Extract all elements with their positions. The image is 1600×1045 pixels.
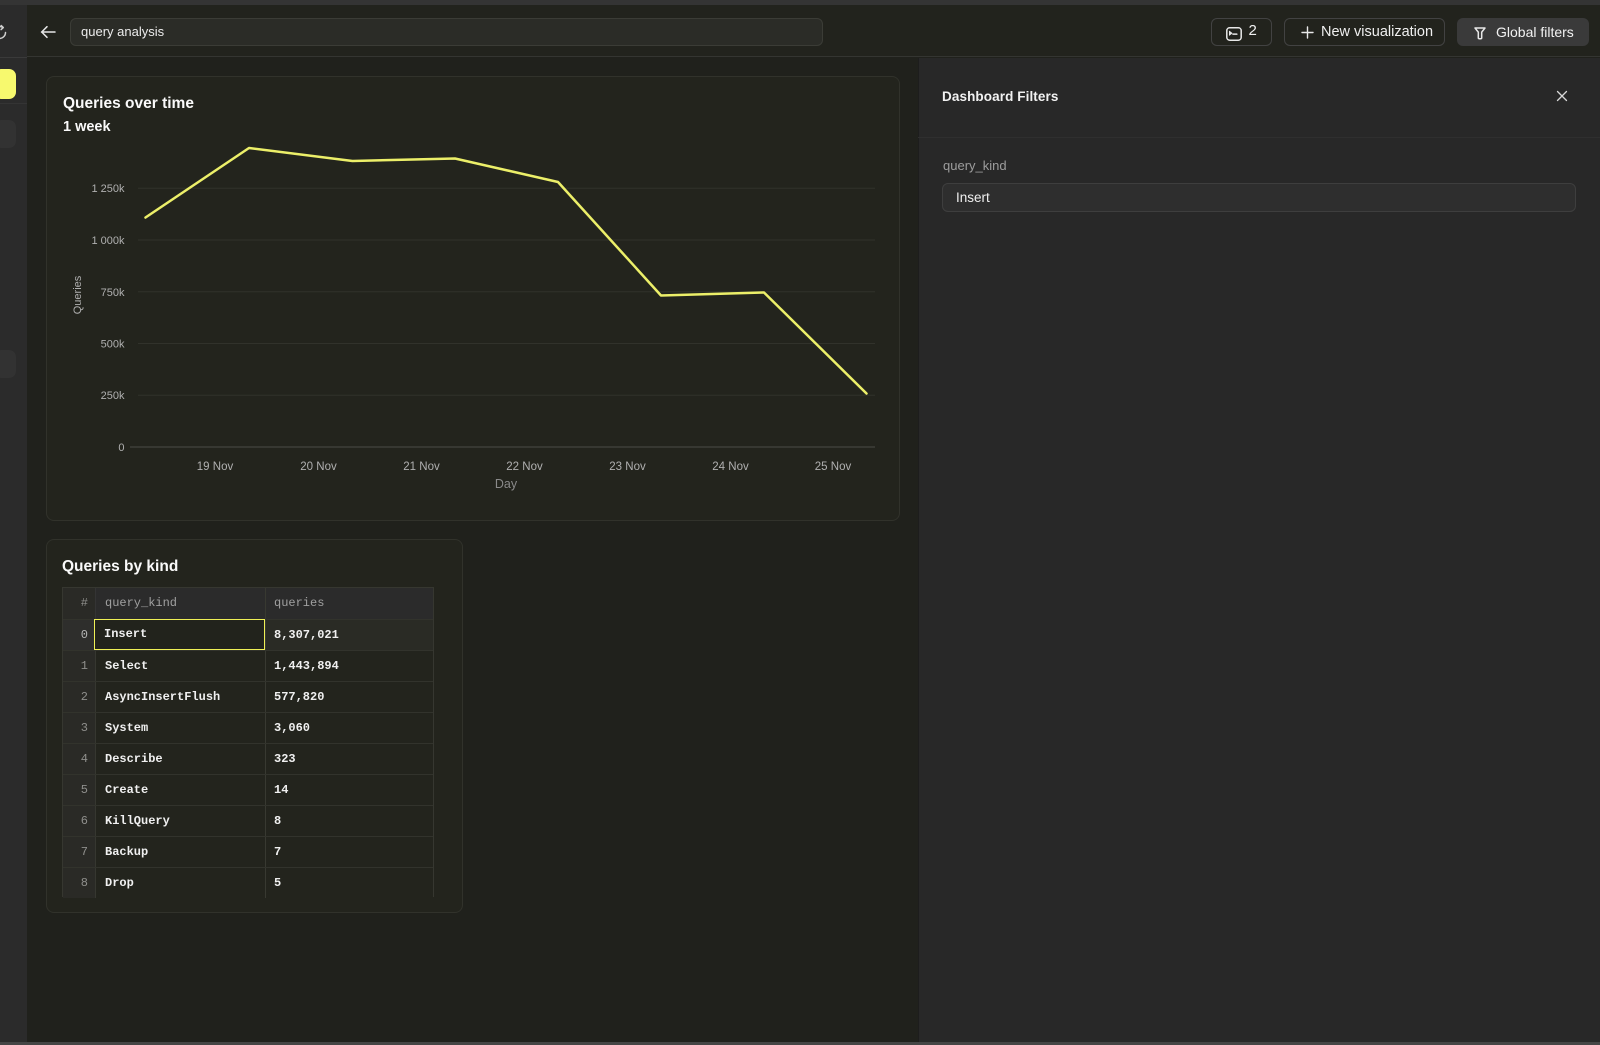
svg-text:0: 0 xyxy=(118,442,124,454)
svg-text:23 Nov: 23 Nov xyxy=(609,461,646,473)
svg-text:750k: 750k xyxy=(101,287,125,299)
svg-text:Day: Day xyxy=(495,477,518,491)
svg-text:22 Nov: 22 Nov xyxy=(506,461,543,473)
svg-text:1 000k: 1 000k xyxy=(91,235,125,247)
svg-text:500k: 500k xyxy=(101,339,125,351)
svg-text:25 Nov: 25 Nov xyxy=(815,461,852,473)
svg-text:Queries: Queries xyxy=(72,275,84,314)
svg-text:24 Nov: 24 Nov xyxy=(712,461,749,473)
svg-text:19 Nov: 19 Nov xyxy=(197,461,234,473)
svg-text:21 Nov: 21 Nov xyxy=(403,461,440,473)
svg-text:20 Nov: 20 Nov xyxy=(300,461,337,473)
svg-text:250k: 250k xyxy=(101,390,125,402)
svg-text:1 250k: 1 250k xyxy=(91,183,125,195)
